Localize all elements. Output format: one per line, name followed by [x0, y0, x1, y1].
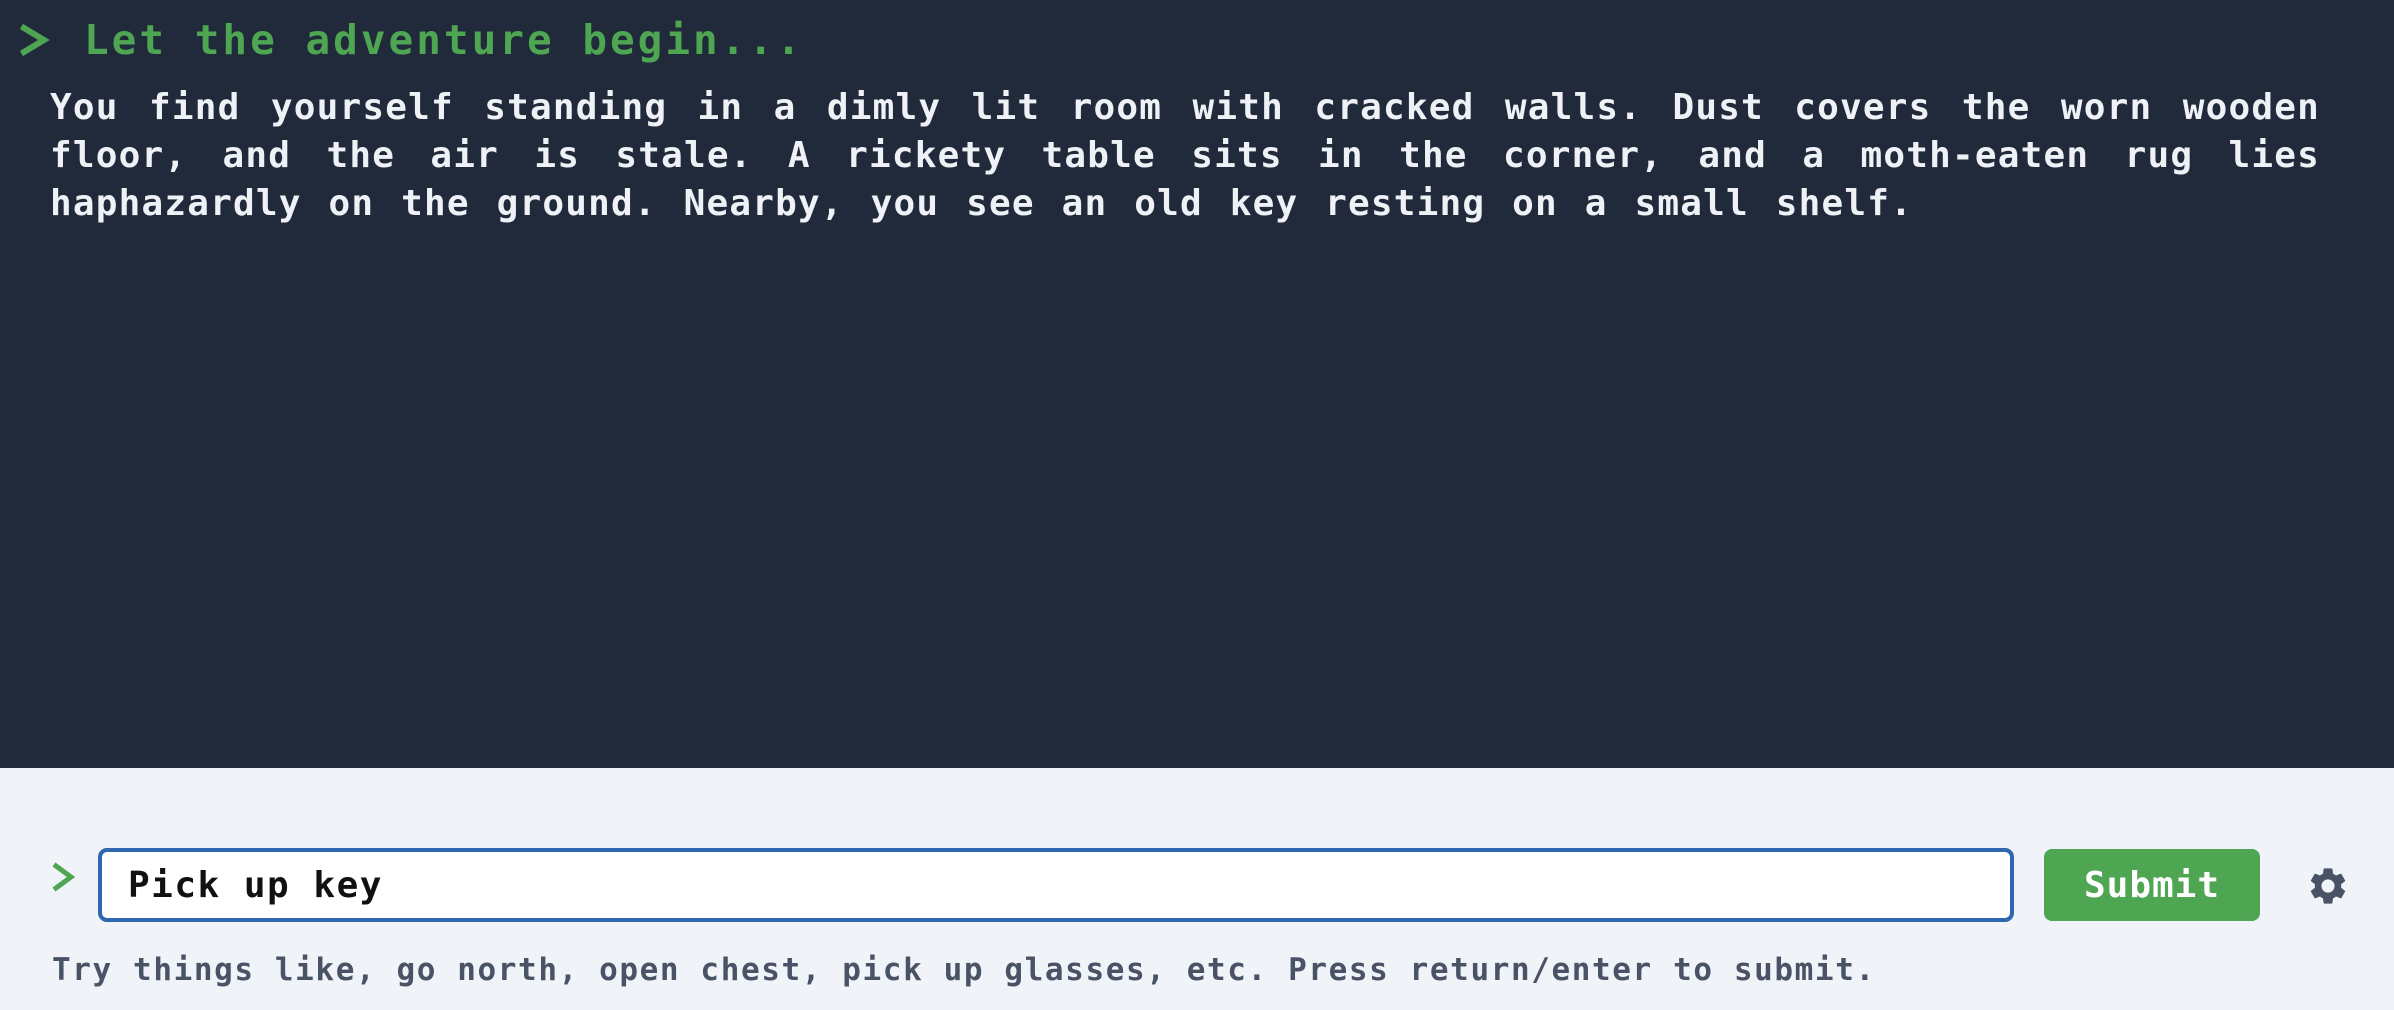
- command-hint: Try things like, go north, open chest, p…: [52, 952, 1876, 988]
- adventure-heading: Let the adventure begin...: [84, 16, 804, 64]
- game-output-pane: Let the adventure begin... You find your…: [0, 0, 2394, 768]
- command-input[interactable]: [98, 848, 2014, 922]
- command-input-pane: Submit Try things like, go north, open c…: [0, 768, 2394, 1010]
- gear-icon[interactable]: [2306, 864, 2350, 908]
- chevron-right-icon: [52, 862, 76, 892]
- output-heading-line: Let the adventure begin...: [20, 16, 804, 64]
- story-description: You find yourself standing in a dimly li…: [50, 87, 2320, 224]
- chevron-right-icon: [20, 23, 50, 57]
- submit-button[interactable]: Submit: [2044, 849, 2260, 921]
